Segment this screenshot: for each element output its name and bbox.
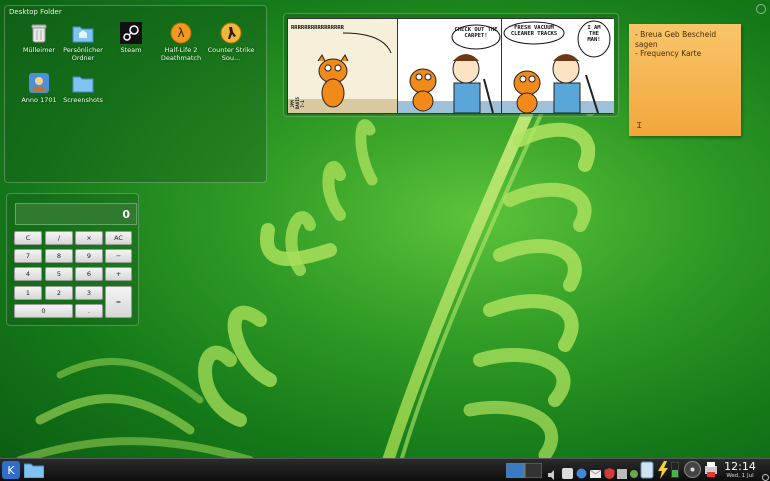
comic-panel-3: FRESH VACUUM CLEANER TRACKS I AM THE MAN… [502,19,614,113]
text-cursor-icon: Ɪ [637,120,642,130]
counter-strike-icon [220,22,242,44]
desktop-folder-title: Desktop Folder [9,8,62,16]
network-icon[interactable] [576,464,587,481]
desktop-icon-label: Steam [120,46,142,54]
half-life-icon: λ [170,22,192,44]
clock-time[interactable]: 12:14 [720,460,760,473]
home-folder-icon [72,22,94,44]
comic-widget: RRRRRRRRRRRRRRRR JPM DAVIS 7-1 CHECK OUT… [283,13,619,117]
virtual-desktop-pager[interactable] [505,462,543,481]
calc-key-9[interactable]: 9 [75,249,103,263]
disk-icon[interactable] [684,461,701,481]
comic-panel-3-text-right: I AM THE MAN! [587,25,601,43]
comic-strip: RRRRRRRRRRRRRRRR JPM DAVIS 7-1 CHECK OUT… [287,18,614,114]
calc-key-plus[interactable]: + [105,267,132,281]
update-icon[interactable] [629,464,639,481]
desktop-icon-label: Half-Life 2 Deathmatch [160,46,202,62]
steam-icon [120,22,142,44]
desktop-icon-half-life[interactable]: λ Half-Life 2 Deathmatch [155,22,207,62]
svg-text:λ: λ [177,26,184,40]
calc-key-6[interactable]: 6 [75,267,103,281]
desktop-icon-label: Counter Strike Sou... [207,46,255,62]
comic-panel-2: CHECK OUT THE CARPET! [398,19,502,113]
battery-icon[interactable] [657,461,669,481]
note-line: - Frequency Karte [635,49,702,58]
desktop-toolbox-button[interactable] [756,4,766,14]
note-line: sagen [635,39,658,49]
desktop-folder-widget: Desktop Folder Mülleimer Persönlicher Or… [4,5,267,183]
note-line: - Breua Geb Bescheid [635,30,717,39]
calc-key-clear[interactable]: C [14,231,42,245]
folder-icon[interactable] [23,462,45,481]
calc-key-decimal[interactable]: . [75,304,103,318]
desktop-icon-label: Persönlicher Ordner [63,46,103,62]
calc-key-4[interactable]: 4 [14,267,42,281]
sticky-note[interactable]: - Breua Geb Bescheid sagen - Frequency K… [629,24,741,136]
notes-tray-icon[interactable] [562,464,573,481]
svg-text:K: K [7,464,15,477]
desktop-icon-home[interactable]: Persönlicher Ordner [57,22,109,62]
comic-panel-1-text: RRRRRRRRRRRRRRRR [291,25,344,31]
desktop-icon-label: Screenshots [63,96,103,104]
calc-key-equals[interactable]: = [105,286,132,318]
printer-icon[interactable] [705,462,717,481]
desktop-icon-screenshots[interactable]: Screenshots [57,72,109,104]
folder-icon [72,72,94,94]
panel-toolbox-icon[interactable] [762,466,769,481]
comic-panel-2-text: CHECK OUT THE CARPET! [454,27,498,39]
clock-date: Wed, 1 Jul [726,473,754,479]
trash-icon [28,22,50,44]
calc-key-5[interactable]: 5 [45,267,73,281]
volume-icon[interactable] [548,465,558,481]
calculator-display: 0 [15,203,137,225]
clipboard-icon[interactable] [617,464,627,481]
comic-panel-3-text-left: FRESH VACUUM CLEANER TRACKS [510,25,558,37]
taskbar: K 12:14 Wed, 1 Jul [0,458,770,481]
calc-key-divide[interactable]: / [45,231,73,245]
cpu-monitor-icon [670,461,680,481]
kde-menu-icon[interactable]: K [2,461,20,481]
calc-key-minus[interactable]: − [105,249,132,263]
calc-key-2[interactable]: 2 [45,286,73,300]
device-notifier-icon[interactable] [640,461,654,481]
calc-key-multiply[interactable]: × [75,231,103,245]
calc-key-0[interactable]: 0 [14,304,73,318]
calc-key-8[interactable]: 8 [45,249,73,263]
comic-panel-1: RRRRRRRRRRRRRRRR JPM DAVIS 7-1 [288,19,398,113]
calc-key-7[interactable]: 7 [14,249,42,263]
calculator-widget: 0 C / × AC 7 8 9 − 4 5 6 + 1 2 3 = 0 . [6,193,139,326]
desktop-icon-counter-strike[interactable]: Counter Strike Sou... [205,22,257,62]
mail-icon[interactable] [589,464,602,481]
desktop-icon-steam[interactable]: Steam [105,22,157,54]
calc-key-3[interactable]: 3 [75,286,103,300]
calc-key-1[interactable]: 1 [14,286,42,300]
anno-icon [28,72,50,94]
calc-key-all-clear[interactable]: AC [105,231,132,245]
shield-icon[interactable] [604,464,615,481]
comic-signature: JPM DAVIS 7-1 [290,96,305,109]
